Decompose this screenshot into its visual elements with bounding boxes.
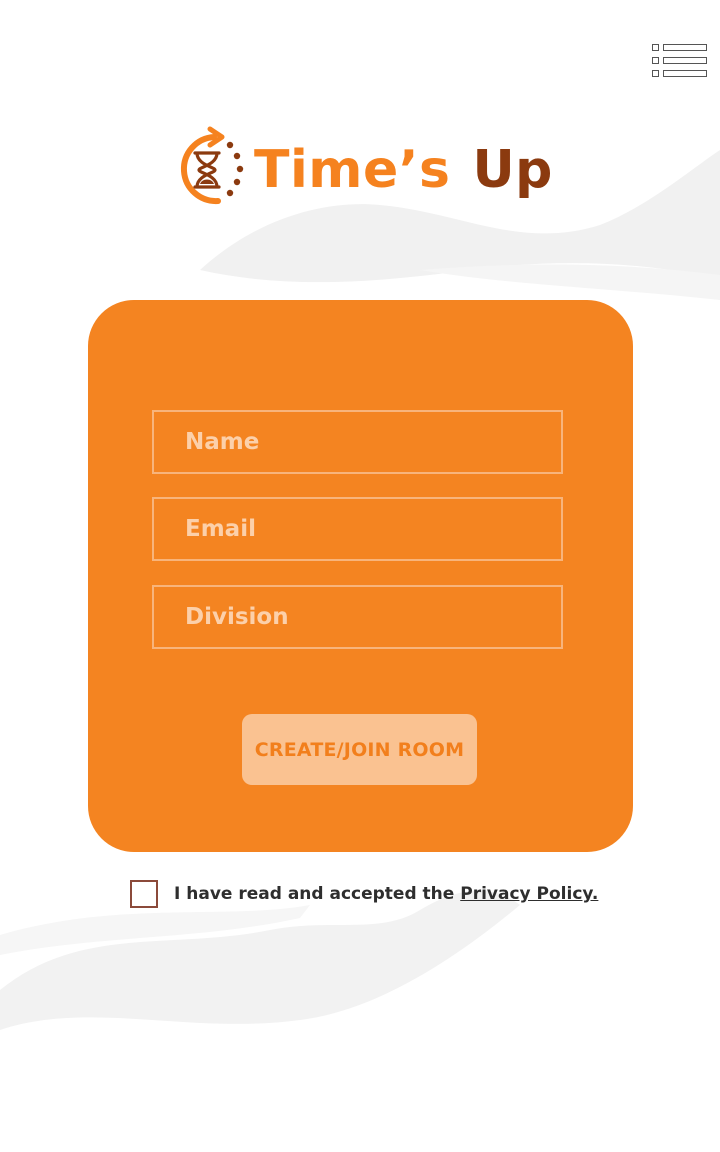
name-field[interactable]: [152, 410, 563, 474]
consent-label: I have read and accepted the Privacy Pol…: [174, 884, 598, 904]
menu-button[interactable]: [650, 42, 710, 80]
privacy-checkbox[interactable]: [130, 880, 158, 908]
division-field[interactable]: [152, 585, 563, 649]
list-menu-icon: [652, 44, 707, 77]
email-input[interactable]: [154, 499, 561, 559]
app-logo: Time’s Up: [168, 124, 553, 216]
create-join-room-button[interactable]: CREATE/JOIN ROOM: [242, 714, 477, 785]
login-screen: Time’s Up CREATE/JOIN ROOM I have read an…: [0, 0, 720, 1152]
app-title: Time’s Up: [254, 144, 553, 196]
privacy-policy-link[interactable]: Privacy Policy.: [460, 884, 598, 904]
room-form-card: CREATE/JOIN ROOM: [88, 300, 633, 852]
division-input[interactable]: [154, 587, 561, 647]
app-title-primary: Time’s: [254, 140, 451, 200]
name-input[interactable]: [154, 412, 561, 472]
privacy-consent: I have read and accepted the Privacy Pol…: [130, 880, 598, 908]
consent-text: I have read and accepted the: [174, 884, 461, 904]
hourglass-clock-icon: [181, 126, 244, 205]
email-field[interactable]: [152, 497, 563, 561]
app-title-secondary: Up: [472, 140, 553, 200]
